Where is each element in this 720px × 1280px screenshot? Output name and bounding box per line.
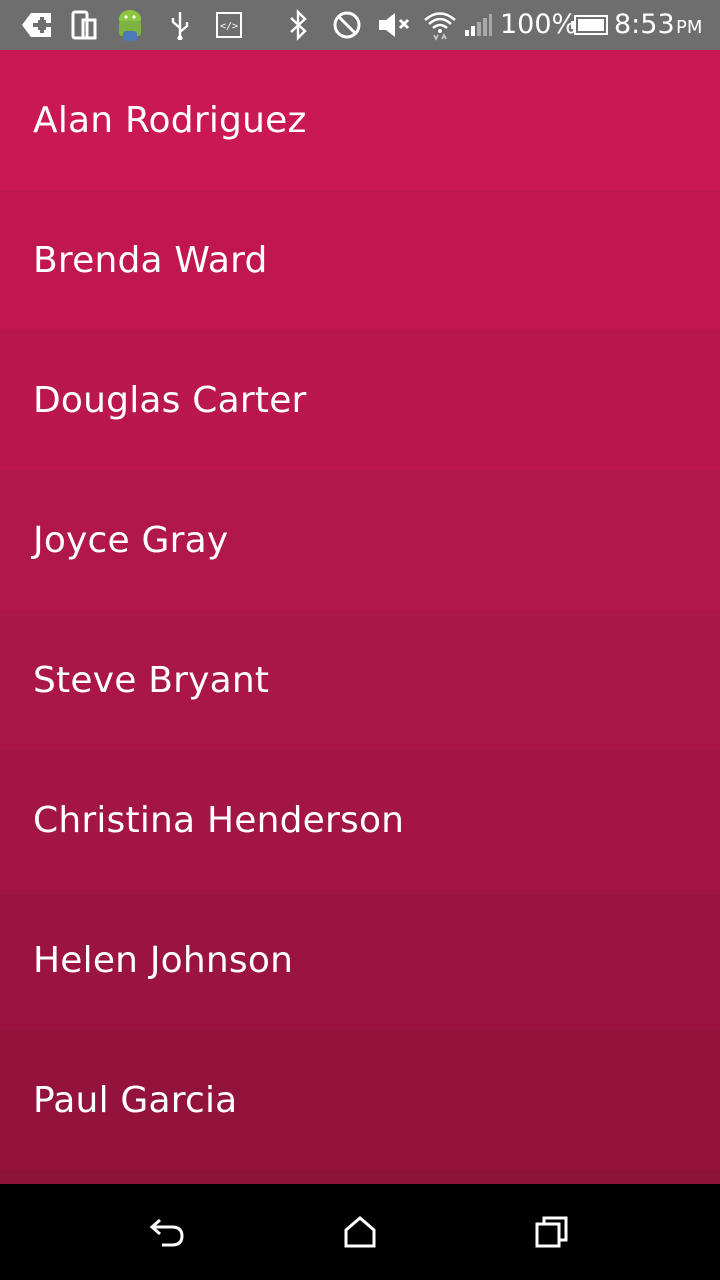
bluetooth-icon xyxy=(284,8,312,42)
do-not-disturb-icon xyxy=(330,8,364,42)
contact-name: Alan Rodriguez xyxy=(33,99,307,141)
contact-row[interactable]: Douglas Carter xyxy=(0,330,720,470)
contact-name: Paul Garcia xyxy=(33,1079,238,1121)
contact-row[interactable] xyxy=(0,1170,720,1184)
contact-row[interactable]: Alan Rodriguez xyxy=(0,50,720,190)
home-icon[interactable] xyxy=(330,1202,390,1262)
contact-row[interactable]: Joyce Gray xyxy=(0,470,720,610)
contact-row[interactable]: Steve Bryant xyxy=(0,610,720,750)
contact-name: Christina Henderson xyxy=(33,799,405,841)
device-screens-icon xyxy=(68,8,100,42)
battery-percent: 100% xyxy=(500,9,578,40)
back-icon[interactable] xyxy=(138,1202,198,1262)
contact-name: Steve Bryant xyxy=(33,659,270,701)
recents-icon[interactable] xyxy=(522,1202,582,1262)
status-bar: </> 100% 8:53 PM xyxy=(0,0,720,50)
contact-row[interactable]: Christina Henderson xyxy=(0,750,720,890)
volume-muted-icon xyxy=(376,8,414,42)
cell-signal-icon xyxy=(462,8,494,42)
usb-icon xyxy=(166,8,194,42)
contact-name: Helen Johnson xyxy=(33,939,294,981)
contact-row[interactable]: Brenda Ward xyxy=(0,190,720,330)
battery-icon xyxy=(570,8,610,42)
contact-list[interactable]: Alan Rodriguez Brenda Ward Douglas Carter J… xyxy=(0,50,720,1184)
clock-ampm: PM xyxy=(676,17,703,38)
wifi-icon xyxy=(422,8,458,42)
navigation-bar xyxy=(0,1184,720,1280)
code-icon: </> xyxy=(214,8,244,42)
contact-name: Brenda Ward xyxy=(33,239,268,281)
svg-text:</>: </> xyxy=(220,21,238,32)
contact-row[interactable]: Paul Garcia xyxy=(0,1030,720,1170)
notification-add-icon xyxy=(20,8,54,42)
contact-name: Joyce Gray xyxy=(33,519,229,561)
contact-row[interactable]: Helen Johnson xyxy=(0,890,720,1030)
android-debug-icon xyxy=(112,8,148,42)
contact-name: Douglas Carter xyxy=(33,379,307,421)
clock-time: 8:53 xyxy=(614,9,675,40)
